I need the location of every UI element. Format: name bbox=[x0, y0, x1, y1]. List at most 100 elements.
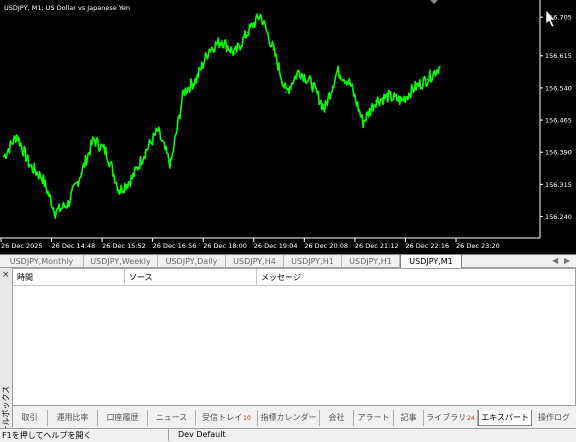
price-point bbox=[234, 52, 236, 55]
price-point bbox=[221, 39, 223, 42]
price-point bbox=[41, 177, 44, 179]
tab-calendar-label: 指標カレンダー bbox=[260, 413, 317, 422]
time-label: 26 Dec 15:52 bbox=[102, 242, 146, 250]
price-point bbox=[16, 134, 18, 136]
tab-scroll-right-icon[interactable]: ▶ bbox=[564, 256, 570, 265]
price-point bbox=[195, 78, 198, 81]
time-label: 26 Dec 22:16 bbox=[405, 242, 449, 250]
toolbox-panel: × ツールボックス 時間 ソース メッセージ 取引 運用比率 口座履歴 ニュース… bbox=[0, 268, 576, 442]
tab-company-label: 会社 bbox=[328, 413, 345, 422]
tab-news-label: ニュース bbox=[155, 413, 188, 422]
tab-alerts[interactable]: アラート bbox=[354, 410, 394, 426]
price-point bbox=[387, 95, 390, 98]
tab-journal[interactable]: 操作ログ bbox=[532, 410, 576, 426]
time-label: 26 Dec 20:08 bbox=[304, 242, 348, 250]
tab-trade[interactable]: 取引 bbox=[12, 410, 48, 426]
tab-exposure-label: 運用比率 bbox=[56, 413, 89, 422]
tab-experts[interactable]: エキスパート bbox=[478, 410, 532, 426]
mailbox-count-badge: 10 bbox=[243, 415, 251, 422]
price-point bbox=[362, 121, 364, 124]
tab-library[interactable]: ライブラリ24 bbox=[424, 410, 478, 426]
chart-area[interactable]: USDJPY, M1: US Dollar vs Japanese Yen 15… bbox=[0, 0, 576, 254]
price-point bbox=[426, 78, 428, 81]
price-point bbox=[246, 31, 249, 33]
time-label: 26 Dec 16:56 bbox=[153, 242, 197, 250]
tab-exposure[interactable]: 運用比率 bbox=[48, 410, 98, 426]
time-label: 26 Dec 23:20 bbox=[456, 242, 500, 250]
experts-log-table[interactable]: 時間 ソース メッセージ bbox=[12, 268, 576, 406]
price-point bbox=[67, 202, 69, 205]
tab-alerts-label: アラート bbox=[357, 413, 390, 422]
price-point bbox=[375, 99, 377, 102]
tab-journal-label: 操作ログ bbox=[538, 413, 570, 422]
price-point bbox=[3, 155, 5, 158]
chart-tab-m1[interactable]: USDJPY,M1 bbox=[400, 255, 462, 269]
price-point bbox=[400, 99, 403, 102]
column-header-source[interactable]: ソース bbox=[125, 269, 257, 286]
status-profile: Dev Default bbox=[178, 430, 226, 439]
price-point bbox=[439, 65, 441, 68]
price-point bbox=[169, 164, 172, 166]
chart-tab-h1-second[interactable]: USDJPY,H1 bbox=[342, 255, 400, 268]
tab-calendar[interactable]: 指標カレンダー bbox=[258, 410, 320, 426]
price-point bbox=[285, 91, 287, 93]
price-point bbox=[131, 177, 134, 179]
price-chart[interactable]: USDJPY, M1: US Dollar vs Japanese Yen 15… bbox=[0, 0, 576, 254]
tab-company[interactable]: 会社 bbox=[320, 410, 354, 426]
price-point bbox=[157, 129, 159, 132]
price-label: 156.240 bbox=[545, 213, 572, 221]
price-point bbox=[92, 138, 95, 141]
time-label: 26 Dec 21:12 bbox=[355, 242, 399, 250]
price-point bbox=[118, 190, 121, 192]
price-point bbox=[28, 164, 31, 166]
column-header-message[interactable]: メッセージ bbox=[257, 269, 575, 286]
tab-history-label: 口座履歴 bbox=[106, 413, 139, 422]
price-label: 156.540 bbox=[545, 84, 572, 92]
column-header-time[interactable]: 時間 bbox=[13, 269, 125, 286]
price-point bbox=[80, 172, 82, 175]
mouse-cursor-icon bbox=[545, 9, 556, 28]
price-point bbox=[298, 69, 300, 72]
price-point bbox=[208, 48, 210, 51]
chart-tab-h1[interactable]: USDJPY,H1 bbox=[284, 255, 342, 268]
time-label: 26 Dec 18:00 bbox=[203, 242, 247, 250]
chart-tab-daily[interactable]: USDJPY,Daily bbox=[158, 255, 226, 268]
price-label: 156.390 bbox=[545, 149, 572, 157]
price-point bbox=[272, 48, 275, 51]
chart-tab-monthly[interactable]: USDJPY,Monthly bbox=[0, 255, 84, 268]
toolbox-tab-bar: 取引 運用比率 口座履歴 ニュース 受信トレイ10 指標カレンダー 会社 アラー… bbox=[12, 410, 576, 426]
price-point bbox=[323, 108, 326, 111]
status-separator bbox=[168, 429, 169, 441]
chart-tab-h4[interactable]: USDJPY,H4 bbox=[226, 255, 284, 268]
tab-scroll-left-icon[interactable]: ◀ bbox=[552, 256, 558, 265]
status-bar: F1を押してヘルプを開く Dev Default bbox=[0, 428, 576, 441]
price-point bbox=[54, 211, 57, 214]
price-label: 156.465 bbox=[545, 117, 572, 125]
tab-news[interactable]: ニュース bbox=[148, 410, 196, 426]
price-point bbox=[336, 69, 339, 72]
chart-shift-marker-icon[interactable] bbox=[430, 0, 438, 4]
tab-mailbox-label: 受信トレイ bbox=[202, 413, 243, 422]
price-point bbox=[413, 87, 416, 89]
library-count-badge: 24 bbox=[467, 415, 475, 422]
tab-articles[interactable]: 記事 bbox=[394, 410, 424, 426]
price-point bbox=[182, 91, 185, 93]
toolbox-close-icon[interactable]: × bbox=[2, 270, 10, 280]
chart-tab-bar: USDJPY,Monthly USDJPY,Weekly USDJPY,Dail… bbox=[0, 254, 576, 269]
tab-trade-label: 取引 bbox=[21, 413, 38, 422]
tab-history[interactable]: 口座履歴 bbox=[98, 410, 148, 426]
time-label: 26 Dec 2025 bbox=[1, 242, 43, 250]
price-label: 156.615 bbox=[545, 52, 572, 60]
time-label: 26 Dec 19:04 bbox=[254, 242, 298, 250]
tab-mailbox[interactable]: 受信トレイ10 bbox=[196, 410, 258, 426]
chart-title: USDJPY, M1: US Dollar vs Japanese Yen bbox=[4, 4, 130, 12]
price-point bbox=[144, 151, 146, 154]
status-help-text: F1を押してヘルプを開く bbox=[2, 431, 92, 440]
price-point bbox=[310, 82, 313, 85]
time-label: 26 Dec 14:48 bbox=[52, 242, 96, 250]
price-label: 156.315 bbox=[545, 181, 572, 189]
chart-tab-weekly[interactable]: USDJPY,Weekly bbox=[84, 255, 158, 268]
price-point bbox=[349, 82, 352, 85]
tab-experts-label: エキスパート bbox=[481, 413, 529, 422]
price-point bbox=[105, 151, 108, 154]
